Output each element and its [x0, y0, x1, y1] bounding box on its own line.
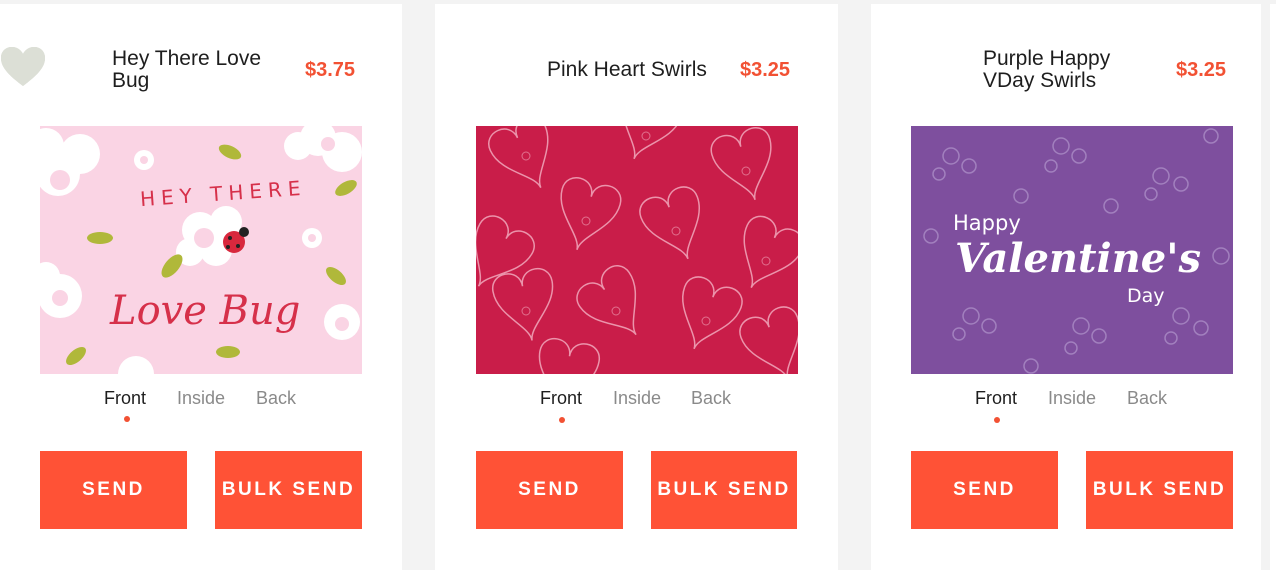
active-tab-indicator — [994, 417, 1000, 423]
card-image-front[interactable]: HEY THERE Love Bug — [40, 126, 362, 374]
card-art-text: Day — [1127, 285, 1165, 307]
active-tab-indicator — [559, 417, 565, 423]
card-image-front[interactable] — [476, 126, 798, 374]
tab-front[interactable]: Front — [104, 388, 146, 409]
card-title[interactable]: Purple Happy VDay Swirls — [983, 48, 1153, 92]
tab-back[interactable]: Back — [256, 388, 296, 409]
tab-back[interactable]: Back — [1127, 388, 1167, 409]
tab-back[interactable]: Back — [691, 388, 731, 409]
card-title[interactable]: Hey There Love Bug — [112, 48, 292, 92]
tab-inside[interactable]: Inside — [1048, 388, 1096, 409]
card-art-text: Happy — [953, 211, 1021, 235]
favorite-heart-icon[interactable] — [0, 46, 46, 88]
next-card-edge — [1270, 4, 1276, 570]
bulk-send-button[interactable]: BULK SEND — [215, 451, 362, 529]
send-button[interactable]: SEND — [911, 451, 1058, 529]
card-price: $3.75 — [305, 59, 356, 81]
active-tab-indicator — [124, 416, 130, 422]
tab-front[interactable]: Front — [975, 388, 1017, 409]
send-button[interactable]: SEND — [40, 451, 187, 529]
card-price: $3.25 — [1176, 59, 1227, 81]
send-button[interactable]: SEND — [476, 451, 623, 529]
tab-front[interactable]: Front — [540, 388, 582, 409]
card-price: $3.25 — [740, 59, 791, 81]
card-art-text: Love Bug — [109, 288, 300, 334]
card-art-text: Valentine's — [955, 235, 1201, 282]
tab-inside[interactable]: Inside — [613, 388, 661, 409]
bulk-send-button[interactable]: BULK SEND — [651, 451, 797, 529]
card-image-front[interactable]: Happy Valentine's Day — [911, 126, 1233, 374]
card-title[interactable]: Pink Heart Swirls — [547, 59, 737, 81]
bulk-send-button[interactable]: BULK SEND — [1086, 451, 1233, 529]
tab-inside[interactable]: Inside — [177, 388, 225, 409]
